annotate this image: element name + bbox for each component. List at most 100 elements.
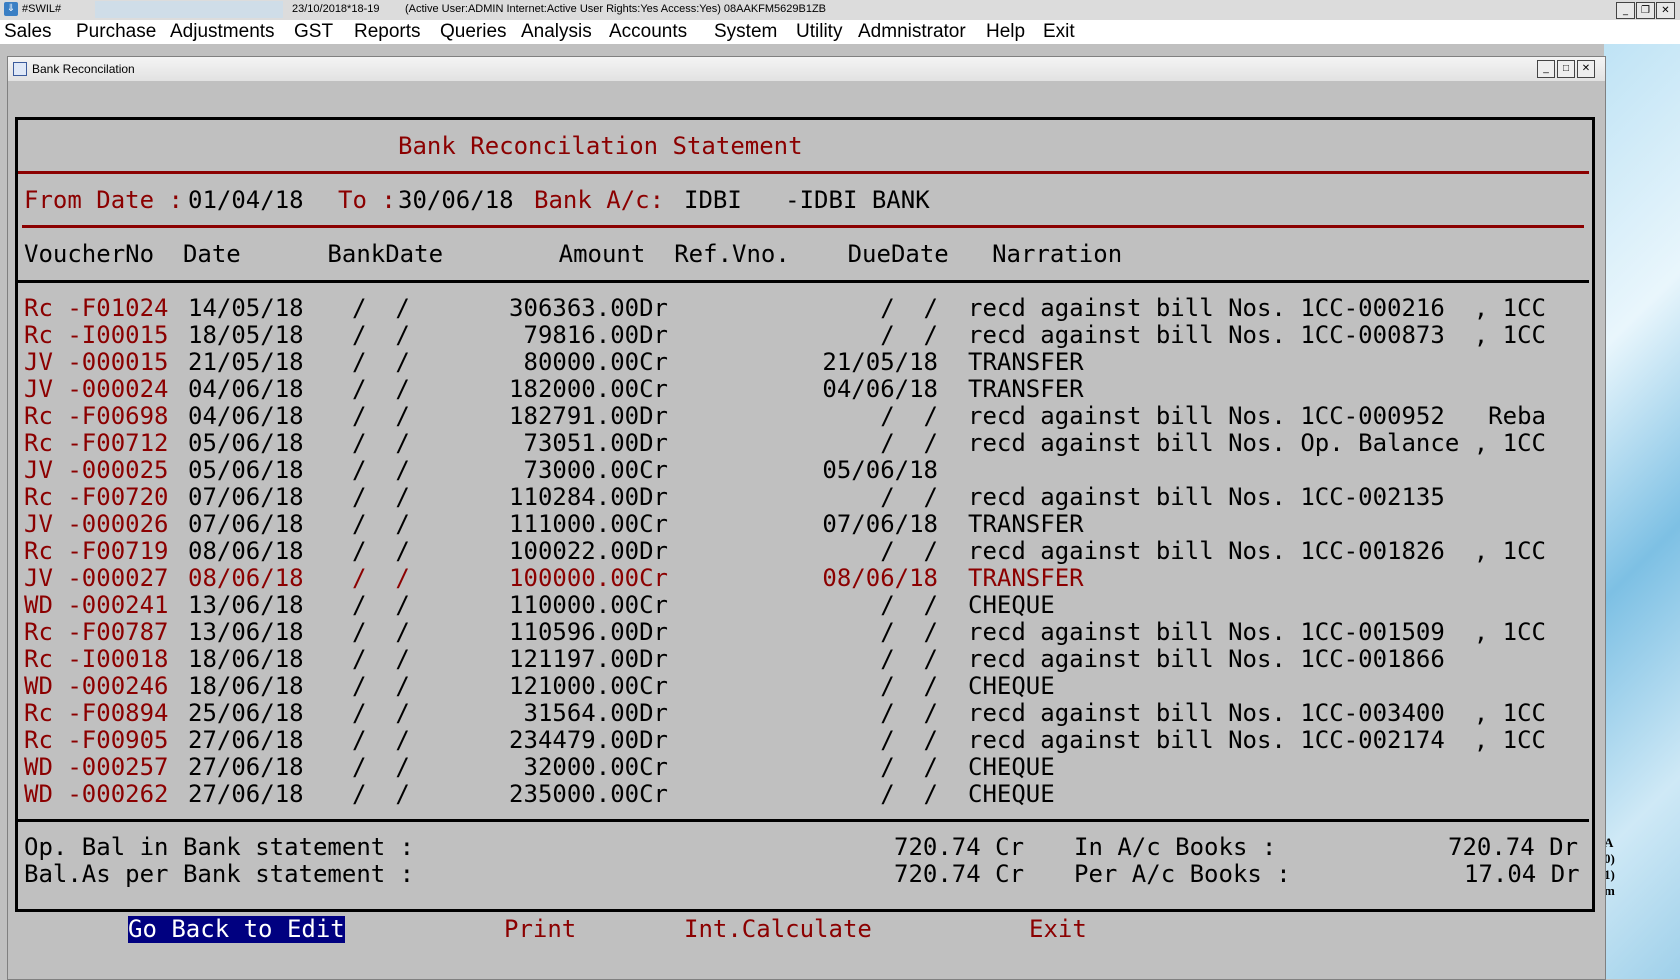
cell-duedate: / /	[865, 483, 938, 511]
cell-voucher: Rc -F00787	[24, 618, 169, 646]
cell-narration: recd against bill Nos. 1CC-000873 , 1CC	[968, 321, 1546, 349]
session-status: (Active User:ADMIN Internet:Active User …	[405, 3, 827, 15]
in-books-value: 720.74 Dr	[1448, 833, 1579, 861]
to-date-value[interactable]: 30/06/18	[398, 187, 514, 214]
desktop-background	[1604, 44, 1680, 979]
cell-duedate: / /	[865, 672, 938, 700]
bank-bal-value: 720.74 Cr	[894, 860, 1025, 888]
cell-amount: 80000.00Cr	[523, 348, 669, 376]
menu-reports[interactable]: Reports	[354, 21, 421, 43]
menu-accounts[interactable]: Accounts	[609, 21, 687, 43]
window-icon	[13, 62, 27, 76]
cell-narration: CHEQUE	[968, 753, 1055, 781]
int-calculate-button[interactable]: Int.Calculate	[684, 916, 872, 943]
cell-voucher: Rc -F00720	[24, 483, 169, 511]
cell-narration: TRANSFER	[968, 348, 1084, 376]
from-date-label: From Date :	[24, 186, 183, 214]
cell-duedate: 04/06/18	[822, 375, 938, 403]
cell-date: 13/06/18	[188, 591, 304, 619]
cell-date: 27/06/18	[188, 753, 304, 781]
cell-duedate: / /	[865, 699, 938, 727]
cell-amount: 79816.00Dr	[523, 321, 669, 349]
cell-amount: 306363.00Dr	[509, 294, 668, 322]
heading-divider	[18, 171, 1589, 174]
cell-duedate: / /	[865, 780, 938, 808]
menu-gst[interactable]: GST	[294, 21, 333, 43]
cell-amount: 110000.00Cr	[509, 591, 668, 619]
cell-date: 07/06/18	[188, 510, 304, 538]
exit-button[interactable]: Exit	[1029, 916, 1087, 943]
session-date: 23/10/2018*18-19	[292, 3, 380, 15]
cell-narration: recd against bill Nos. 1CC-000952 Reba	[968, 402, 1546, 430]
app-title: #SWIL#	[22, 3, 62, 15]
menu-system[interactable]: System	[714, 21, 777, 43]
window-close-icon[interactable]: ✕	[1577, 60, 1595, 78]
cell-narration: CHEQUE	[968, 780, 1055, 808]
cell-amount: 100000.00Cr	[509, 564, 668, 592]
cell-date: 18/06/18	[188, 672, 304, 700]
cell-amount: 121000.00Cr	[509, 672, 668, 700]
bank-account-value[interactable]: IDBI -IDBI BANK	[684, 187, 930, 214]
cell-amount: 111000.00Cr	[509, 510, 668, 538]
cell-voucher: Rc -F01024	[24, 294, 169, 322]
menu-administrator[interactable]: Admnistrator	[858, 21, 966, 43]
cell-narration: recd against bill Nos. 1CC-003400 , 1CC	[968, 699, 1546, 727]
cell-narration: recd against bill Nos. Op. Balance , 1CC	[968, 429, 1546, 457]
header-divider	[18, 280, 1589, 283]
cell-voucher: JV -000025	[24, 456, 169, 484]
cell-amount: 121197.00Dr	[509, 645, 668, 673]
menu-bar: Sales Purchase Adjustments GST Reports Q…	[0, 20, 1680, 44]
menu-queries[interactable]: Queries	[440, 21, 507, 43]
close-icon[interactable]: ✕	[1656, 2, 1675, 19]
cell-narration: CHEQUE	[968, 672, 1055, 700]
cell-duedate: / /	[865, 753, 938, 781]
cell-date: 25/06/18	[188, 699, 304, 727]
cell-voucher: WD -000241	[24, 591, 169, 619]
menu-purchase[interactable]: Purchase	[76, 21, 156, 43]
cell-amount: 234479.00Dr	[509, 726, 668, 754]
per-books-value: 17.04 Dr	[1464, 860, 1580, 888]
app-title-bar: ⇓ #SWIL# 23/10/2018*18-19 (Active User:A…	[0, 0, 1680, 20]
cell-duedate: / /	[865, 429, 938, 457]
cell-date: 04/06/18	[188, 375, 304, 403]
bank-bal-label: Bal.As per Bank statement :	[24, 860, 415, 888]
cell-duedate: 21/05/18	[822, 348, 938, 376]
go-back-to-edit-button[interactable]: Go Back to Edit	[128, 916, 345, 943]
window-maximize-icon[interactable]: □	[1557, 60, 1575, 78]
cell-amount: 31564.00Dr	[523, 699, 669, 727]
menu-help[interactable]: Help	[986, 21, 1025, 43]
cell-amount: 110284.00Dr	[509, 483, 668, 511]
menu-adjustments[interactable]: Adjustments	[170, 21, 275, 43]
menu-utility[interactable]: Utility	[796, 21, 842, 43]
cell-narration: recd against bill Nos. 1CC-000216 , 1CC	[968, 294, 1546, 322]
menu-exit[interactable]: Exit	[1043, 21, 1075, 43]
report-heading: Bank Reconcilation Statement	[398, 132, 803, 160]
cell-duedate: 05/06/18	[822, 456, 938, 484]
cell-narration: recd against bill Nos. 1CC-002174 , 1CC	[968, 726, 1546, 754]
cell-voucher: WD -000246	[24, 672, 169, 700]
cell-amount: 110596.00Dr	[509, 618, 668, 646]
cell-date: 08/06/18	[188, 564, 304, 592]
cell-voucher: Rc -I00018	[24, 645, 169, 673]
column-header: VoucherNo Date BankDate Amount Ref.Vno. …	[24, 240, 1123, 268]
cell-date: 18/06/18	[188, 645, 304, 673]
cell-voucher: Rc -F00719	[24, 537, 169, 565]
from-date-value[interactable]: 01/04/18	[188, 187, 304, 214]
cell-duedate: / /	[865, 321, 938, 349]
cell-duedate: 07/06/18	[822, 510, 938, 538]
window-title: Bank Reconcilation	[32, 62, 135, 76]
minimize-icon[interactable]: _	[1616, 2, 1635, 19]
print-button[interactable]: Print	[504, 916, 576, 943]
menu-analysis[interactable]: Analysis	[521, 21, 592, 43]
menu-sales[interactable]: Sales	[4, 21, 52, 43]
cell-narration: recd against bill Nos. 1CC-001509 , 1CC	[968, 618, 1546, 646]
cell-date: 05/06/18	[188, 456, 304, 484]
cell-voucher: Rc -I00015	[24, 321, 169, 349]
restore-icon[interactable]: ❐	[1636, 2, 1655, 19]
cell-amount: 100022.00Dr	[509, 537, 668, 565]
cell-narration: CHEQUE	[968, 591, 1055, 619]
window-minimize-icon[interactable]: _	[1537, 60, 1555, 78]
cell-date: 05/06/18	[188, 429, 304, 457]
summary-divider	[18, 819, 1589, 822]
title-highlight	[95, 1, 283, 18]
